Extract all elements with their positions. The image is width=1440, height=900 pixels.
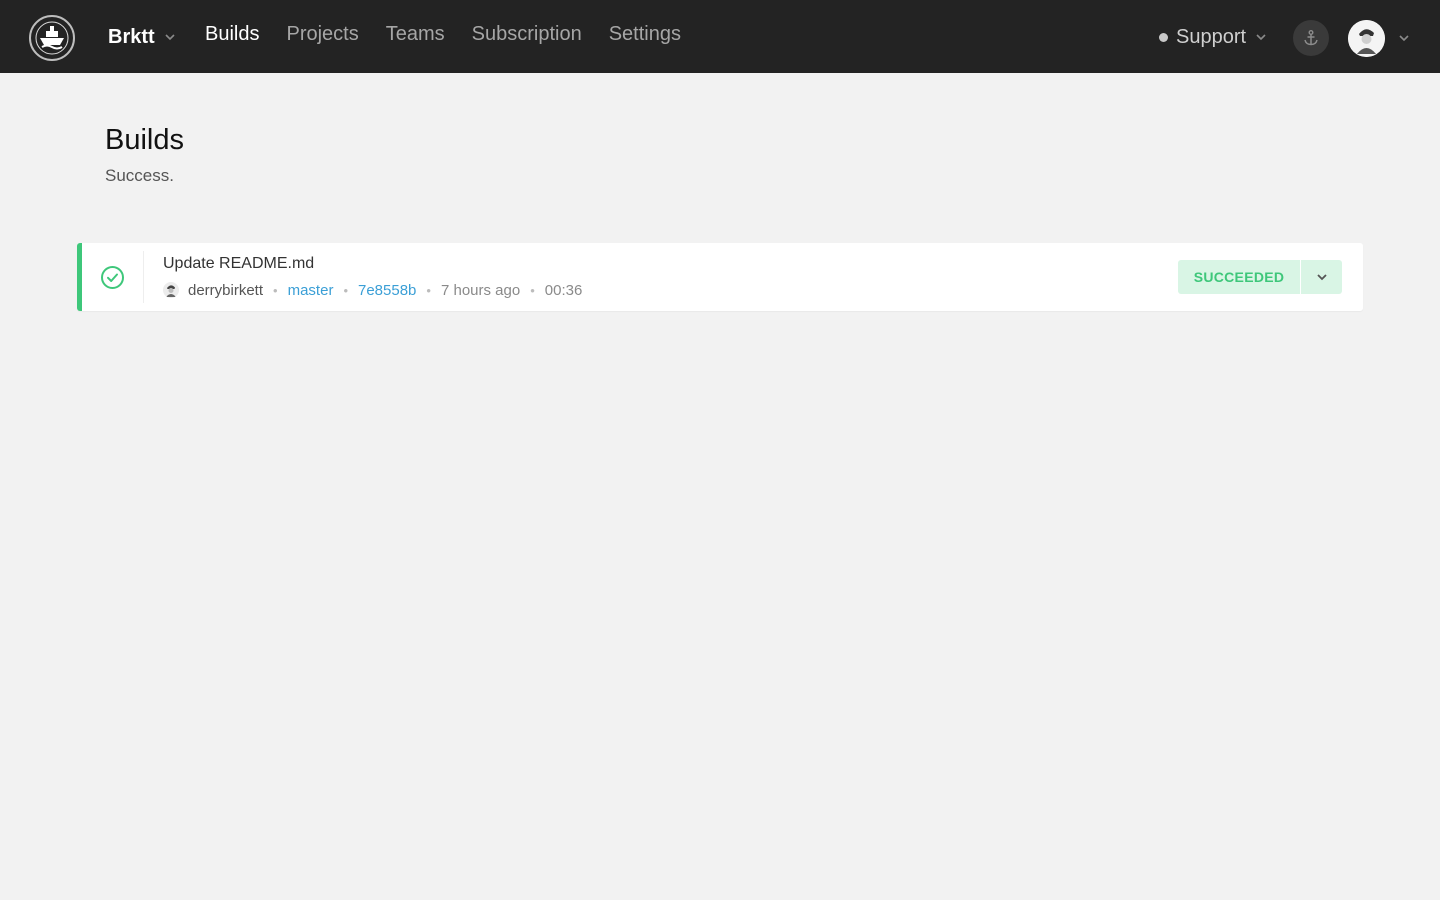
nav-teams[interactable]: Teams xyxy=(386,23,445,46)
author-name[interactable]: derrybirkett xyxy=(188,282,263,299)
branch-link[interactable]: master xyxy=(288,282,334,299)
chevron-down-icon xyxy=(1316,274,1327,281)
separator-dot: • xyxy=(530,282,535,298)
chevron-down-icon xyxy=(1399,35,1409,42)
anchor-icon xyxy=(1304,30,1318,46)
nav-settings[interactable]: Settings xyxy=(609,23,681,46)
anchor-button[interactable] xyxy=(1293,20,1329,56)
separator-dot: • xyxy=(273,282,278,298)
status-badge[interactable]: SUCCEEDED xyxy=(1178,260,1300,294)
top-navbar: Brktt Builds Projects Teams Subscription… xyxy=(0,0,1440,73)
commit-sha-link[interactable]: 7e8558b xyxy=(358,282,416,299)
build-row[interactable]: Update README.md derrybirkett • master •… xyxy=(77,243,1363,311)
status-dropdown-toggle[interactable] xyxy=(1301,260,1342,294)
build-duration: 00:36 xyxy=(544,281,583,299)
user-menu[interactable] xyxy=(1348,19,1411,57)
author-avatar xyxy=(163,282,179,298)
build-meta: derrybirkett • master • 7e8558b • 7 hour… xyxy=(163,281,582,299)
page-title: Builds xyxy=(105,124,184,156)
support-label: Support xyxy=(1176,25,1247,48)
check-circle-icon xyxy=(101,266,124,289)
status-dot-icon xyxy=(1159,32,1168,42)
chevron-down-icon xyxy=(165,34,175,41)
divider xyxy=(143,251,144,303)
nav-projects[interactable]: Projects xyxy=(286,23,358,46)
separator-dot: • xyxy=(426,282,431,298)
main-nav: Builds Projects Teams Subscription Setti… xyxy=(205,23,681,46)
chevron-down-icon xyxy=(1256,34,1266,41)
build-time: 7 hours ago xyxy=(440,281,521,299)
commit-message[interactable]: Update README.md xyxy=(163,255,314,273)
team-switcher[interactable]: Brktt xyxy=(108,23,177,51)
team-name: Brktt xyxy=(108,25,155,48)
support-menu[interactable]: Support xyxy=(1159,24,1268,50)
separator-dot: • xyxy=(343,282,348,298)
user-avatar xyxy=(1348,19,1385,57)
page-subtitle: Success. xyxy=(105,166,174,185)
ship-logo-icon[interactable] xyxy=(29,15,75,61)
nav-subscription[interactable]: Subscription xyxy=(472,23,582,46)
nav-builds[interactable]: Builds xyxy=(205,23,259,46)
status-group: SUCCEEDED xyxy=(1178,260,1342,294)
